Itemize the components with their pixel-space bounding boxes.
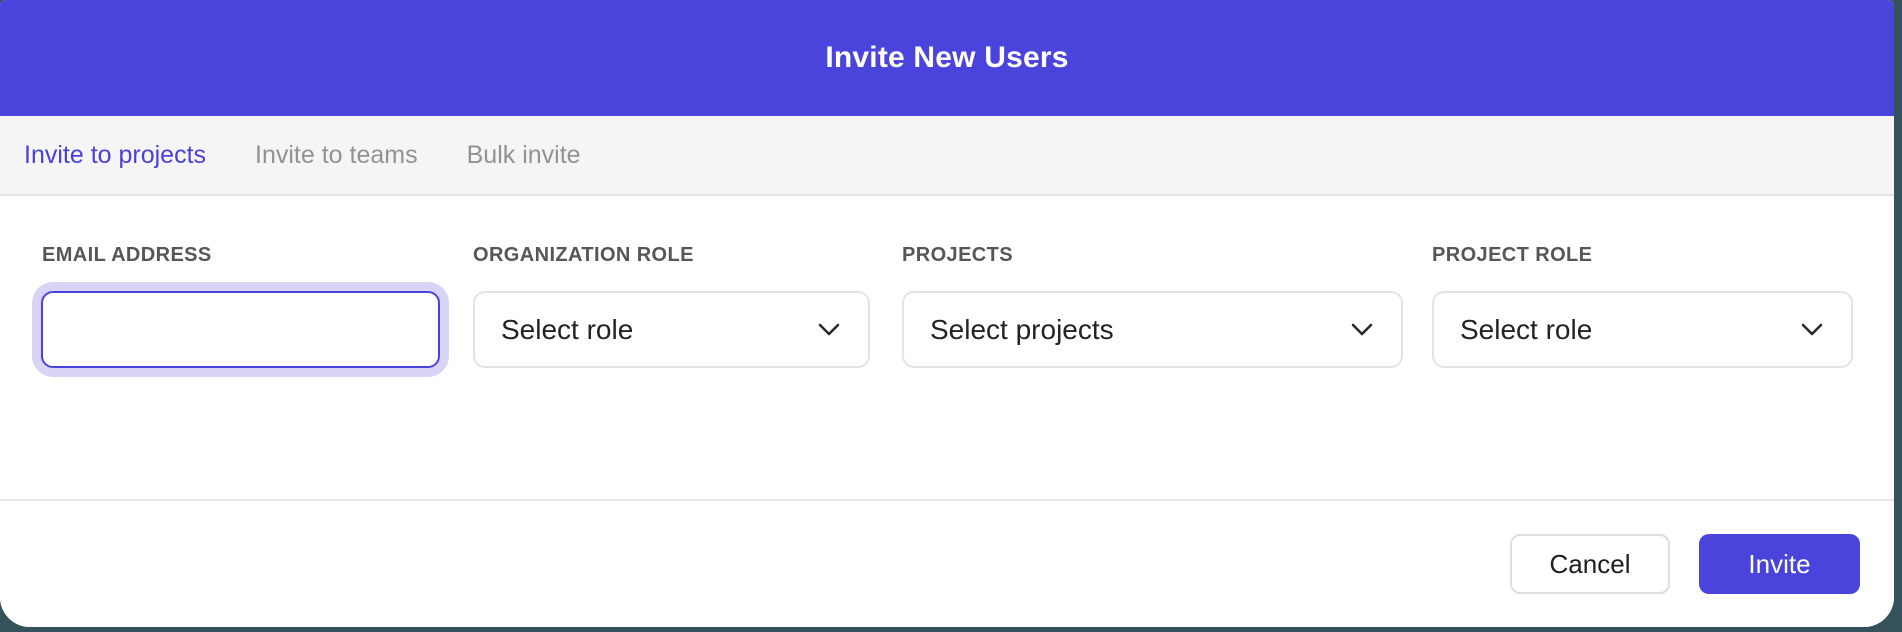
organization-role-select[interactable]: Select role [473,291,870,368]
chevron-down-icon [1351,323,1373,336]
dialog-header: Invite New Users [0,0,1894,116]
tab-invite-to-projects[interactable]: Invite to projects [24,141,206,170]
dialog-title: Invite New Users [825,41,1068,75]
tab-list: Invite to projects Invite to teams Bulk … [24,116,581,194]
dialog-footer: Cancel Invite [0,499,1894,627]
email-input[interactable] [41,291,440,368]
email-address-label: EMAIL ADDRESS [42,244,212,267]
projects-label: PROJECTS [902,244,1013,267]
cancel-button[interactable]: Cancel [1510,534,1670,594]
invite-form: EMAIL ADDRESS ORGANIZATION ROLE PROJECTS… [0,198,1894,499]
project-role-label: PROJECT ROLE [1432,244,1592,267]
tab-bulk-invite[interactable]: Bulk invite [467,141,581,170]
invite-new-users-dialog: Invite New Users Invite to projects Invi… [0,0,1894,627]
invite-button[interactable]: Invite [1699,534,1860,594]
organization-role-label: ORGANIZATION ROLE [473,244,694,267]
chevron-down-icon [818,323,840,336]
tab-invite-to-teams[interactable]: Invite to teams [255,141,418,170]
organization-role-value: Select role [501,314,633,346]
email-field-wrapper [41,291,440,368]
chevron-down-icon [1801,323,1823,336]
projects-value: Select projects [930,314,1114,346]
project-role-select[interactable]: Select role [1432,291,1853,368]
project-role-value: Select role [1460,314,1592,346]
tab-bar: Invite to projects Invite to teams Bulk … [0,116,1894,196]
projects-select[interactable]: Select projects [902,291,1403,368]
